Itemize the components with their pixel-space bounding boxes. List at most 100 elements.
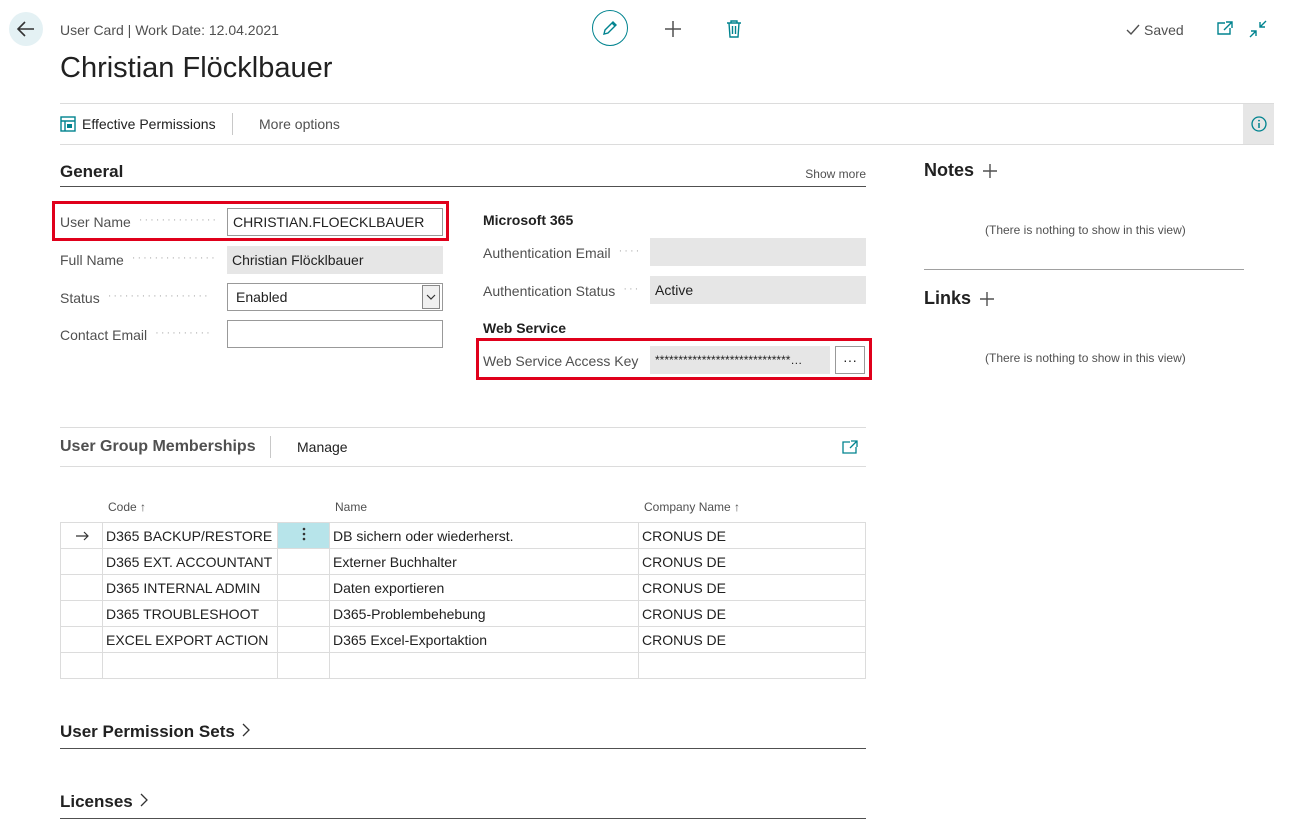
row-indicator [60,574,103,601]
collapse-button[interactable] [1249,20,1267,41]
status-dropdown-button[interactable] [422,285,440,309]
edit-button[interactable] [592,10,628,46]
row-actions-cell[interactable] [277,548,330,575]
ws-key-assist-button[interactable]: ··· [835,346,865,374]
cell-name[interactable]: Externer Buchhalter [329,548,639,575]
info-icon [1250,116,1267,132]
contact-email-label: Contact Email ·········· [60,327,212,343]
row-indicator [60,600,103,627]
ws-key-field[interactable]: *****************************… [650,346,830,374]
memberships-title[interactable]: User Group Memberships [60,428,256,466]
contact-email-field[interactable] [227,320,443,348]
factbox-toggle-button[interactable] [1243,104,1274,144]
collapse-icon [1249,20,1267,38]
chevron-right-icon [140,793,148,807]
row-actions-cell[interactable] [277,626,330,653]
general-section-header[interactable]: General Show more [60,162,866,187]
auth-email-field[interactable] [650,238,866,266]
licenses-fasttab[interactable]: Licenses [60,792,866,819]
permission-sets-fasttab[interactable]: User Permission Sets [60,722,866,749]
status-label: Status ·················· [60,290,210,306]
pencil-icon [603,21,617,35]
show-more-link[interactable]: Show more [805,167,866,181]
more-options-action[interactable]: More options [259,104,340,144]
table-row[interactable]: D365 TROUBLESHOOT D365-Problembehebung C… [60,600,866,627]
auth-email-label: Authentication Email ···· [483,245,641,261]
page-title: Christian Flöcklbauer [60,52,333,84]
table-row[interactable]: D365 EXT. ACCOUNTANT Externer Buchhalter… [60,548,866,575]
table-row[interactable]: D365 INTERNAL ADMIN Daten exportieren CR… [60,574,866,601]
row-actions-button[interactable] [277,522,330,549]
cell-code[interactable]: EXCEL EXPORT ACTION [102,626,278,653]
more-vertical-icon [302,527,305,541]
cell-code[interactable]: D365 BACKUP/RESTORE [102,522,278,549]
full-name-field[interactable]: Christian Flöcklbauer [227,246,443,274]
action-bar: Effective Permissions More options [60,103,1274,145]
row-actions-cell[interactable] [277,574,330,601]
cell-company[interactable] [638,652,866,679]
trash-icon [727,20,741,38]
expand-part-button[interactable] [842,440,858,457]
open-new-window-button[interactable] [1216,20,1234,39]
notes-empty-text: (There is nothing to show in this view) [985,223,1186,237]
ws-key-label: Web Service Access Key· [483,353,639,369]
arrow-right-icon [75,531,89,540]
auth-status-field[interactable]: Active [650,276,866,304]
row-indicator [60,652,103,679]
cell-name[interactable] [329,652,639,679]
notes-header[interactable]: Notes [924,160,998,181]
cell-name[interactable]: D365 Excel-Exportaktion [329,626,639,653]
cell-company[interactable]: CRONUS DE [638,522,866,549]
links-title: Links [924,288,972,308]
effective-permissions-action[interactable]: Effective Permissions [60,104,216,144]
cell-code[interactable]: D365 EXT. ACCOUNTANT [102,548,278,575]
delete-button[interactable] [724,18,744,40]
saved-label: Saved [1144,22,1184,38]
plus-icon[interactable] [979,291,995,307]
cell-code[interactable] [102,652,278,679]
breadcrumb: User Card | Work Date: 12.04.2021 [60,22,279,38]
permission-sets-title: User Permission Sets [60,722,235,741]
cell-name[interactable]: Daten exportieren [329,574,639,601]
column-header-company[interactable]: Company Name ↑ [644,500,740,514]
user-name-label: User Name················ [60,214,218,230]
new-button[interactable] [662,18,684,40]
arrow-left-icon [17,21,34,37]
cell-company[interactable]: CRONUS DE [638,548,866,575]
licenses-title: Licenses [60,792,133,811]
column-header-code[interactable]: Code ↑ [108,500,146,514]
row-indicator [60,548,103,575]
chevron-right-icon [242,723,250,737]
cell-company[interactable]: CRONUS DE [638,600,866,627]
cell-code[interactable]: D365 INTERNAL ADMIN [102,574,278,601]
status-select[interactable]: Enabled [227,283,443,311]
links-header[interactable]: Links [924,288,995,309]
plus-icon [665,21,681,37]
cell-name[interactable]: D365-Problembehebung [329,600,639,627]
permissions-icon [60,116,76,132]
popout-icon [1217,21,1233,35]
table-row[interactable]: EXCEL EXPORT ACTION D365 Excel-Exportakt… [60,626,866,653]
cell-name[interactable]: DB sichern oder wiederherst. [329,522,639,549]
microsoft-365-heading: Microsoft 365 [483,212,574,228]
checkmark-icon [1126,24,1140,36]
row-indicator [60,626,103,653]
manage-action[interactable]: Manage [297,428,348,466]
chevron-down-icon [426,294,436,300]
table-row-empty[interactable] [60,652,866,679]
web-service-heading: Web Service [483,320,567,336]
plus-icon[interactable] [982,163,998,179]
factbox-divider [924,269,1244,270]
memberships-table: D365 BACKUP/RESTORE DB sichern oder wied… [60,522,866,679]
cell-company[interactable]: CRONUS DE [638,574,866,601]
table-row[interactable]: D365 BACKUP/RESTORE DB sichern oder wied… [60,522,866,549]
user-name-field[interactable]: CHRISTIAN.FLOECKLBAUER [227,208,443,236]
saved-status: Saved [1126,22,1184,38]
back-button[interactable] [9,12,43,46]
cell-company[interactable]: CRONUS DE [638,626,866,653]
expand-icon [842,440,858,454]
cell-code[interactable]: D365 TROUBLESHOOT [102,600,278,627]
row-actions-cell[interactable] [277,652,330,679]
column-header-name[interactable]: Name [335,500,367,514]
row-actions-cell[interactable] [277,600,330,627]
